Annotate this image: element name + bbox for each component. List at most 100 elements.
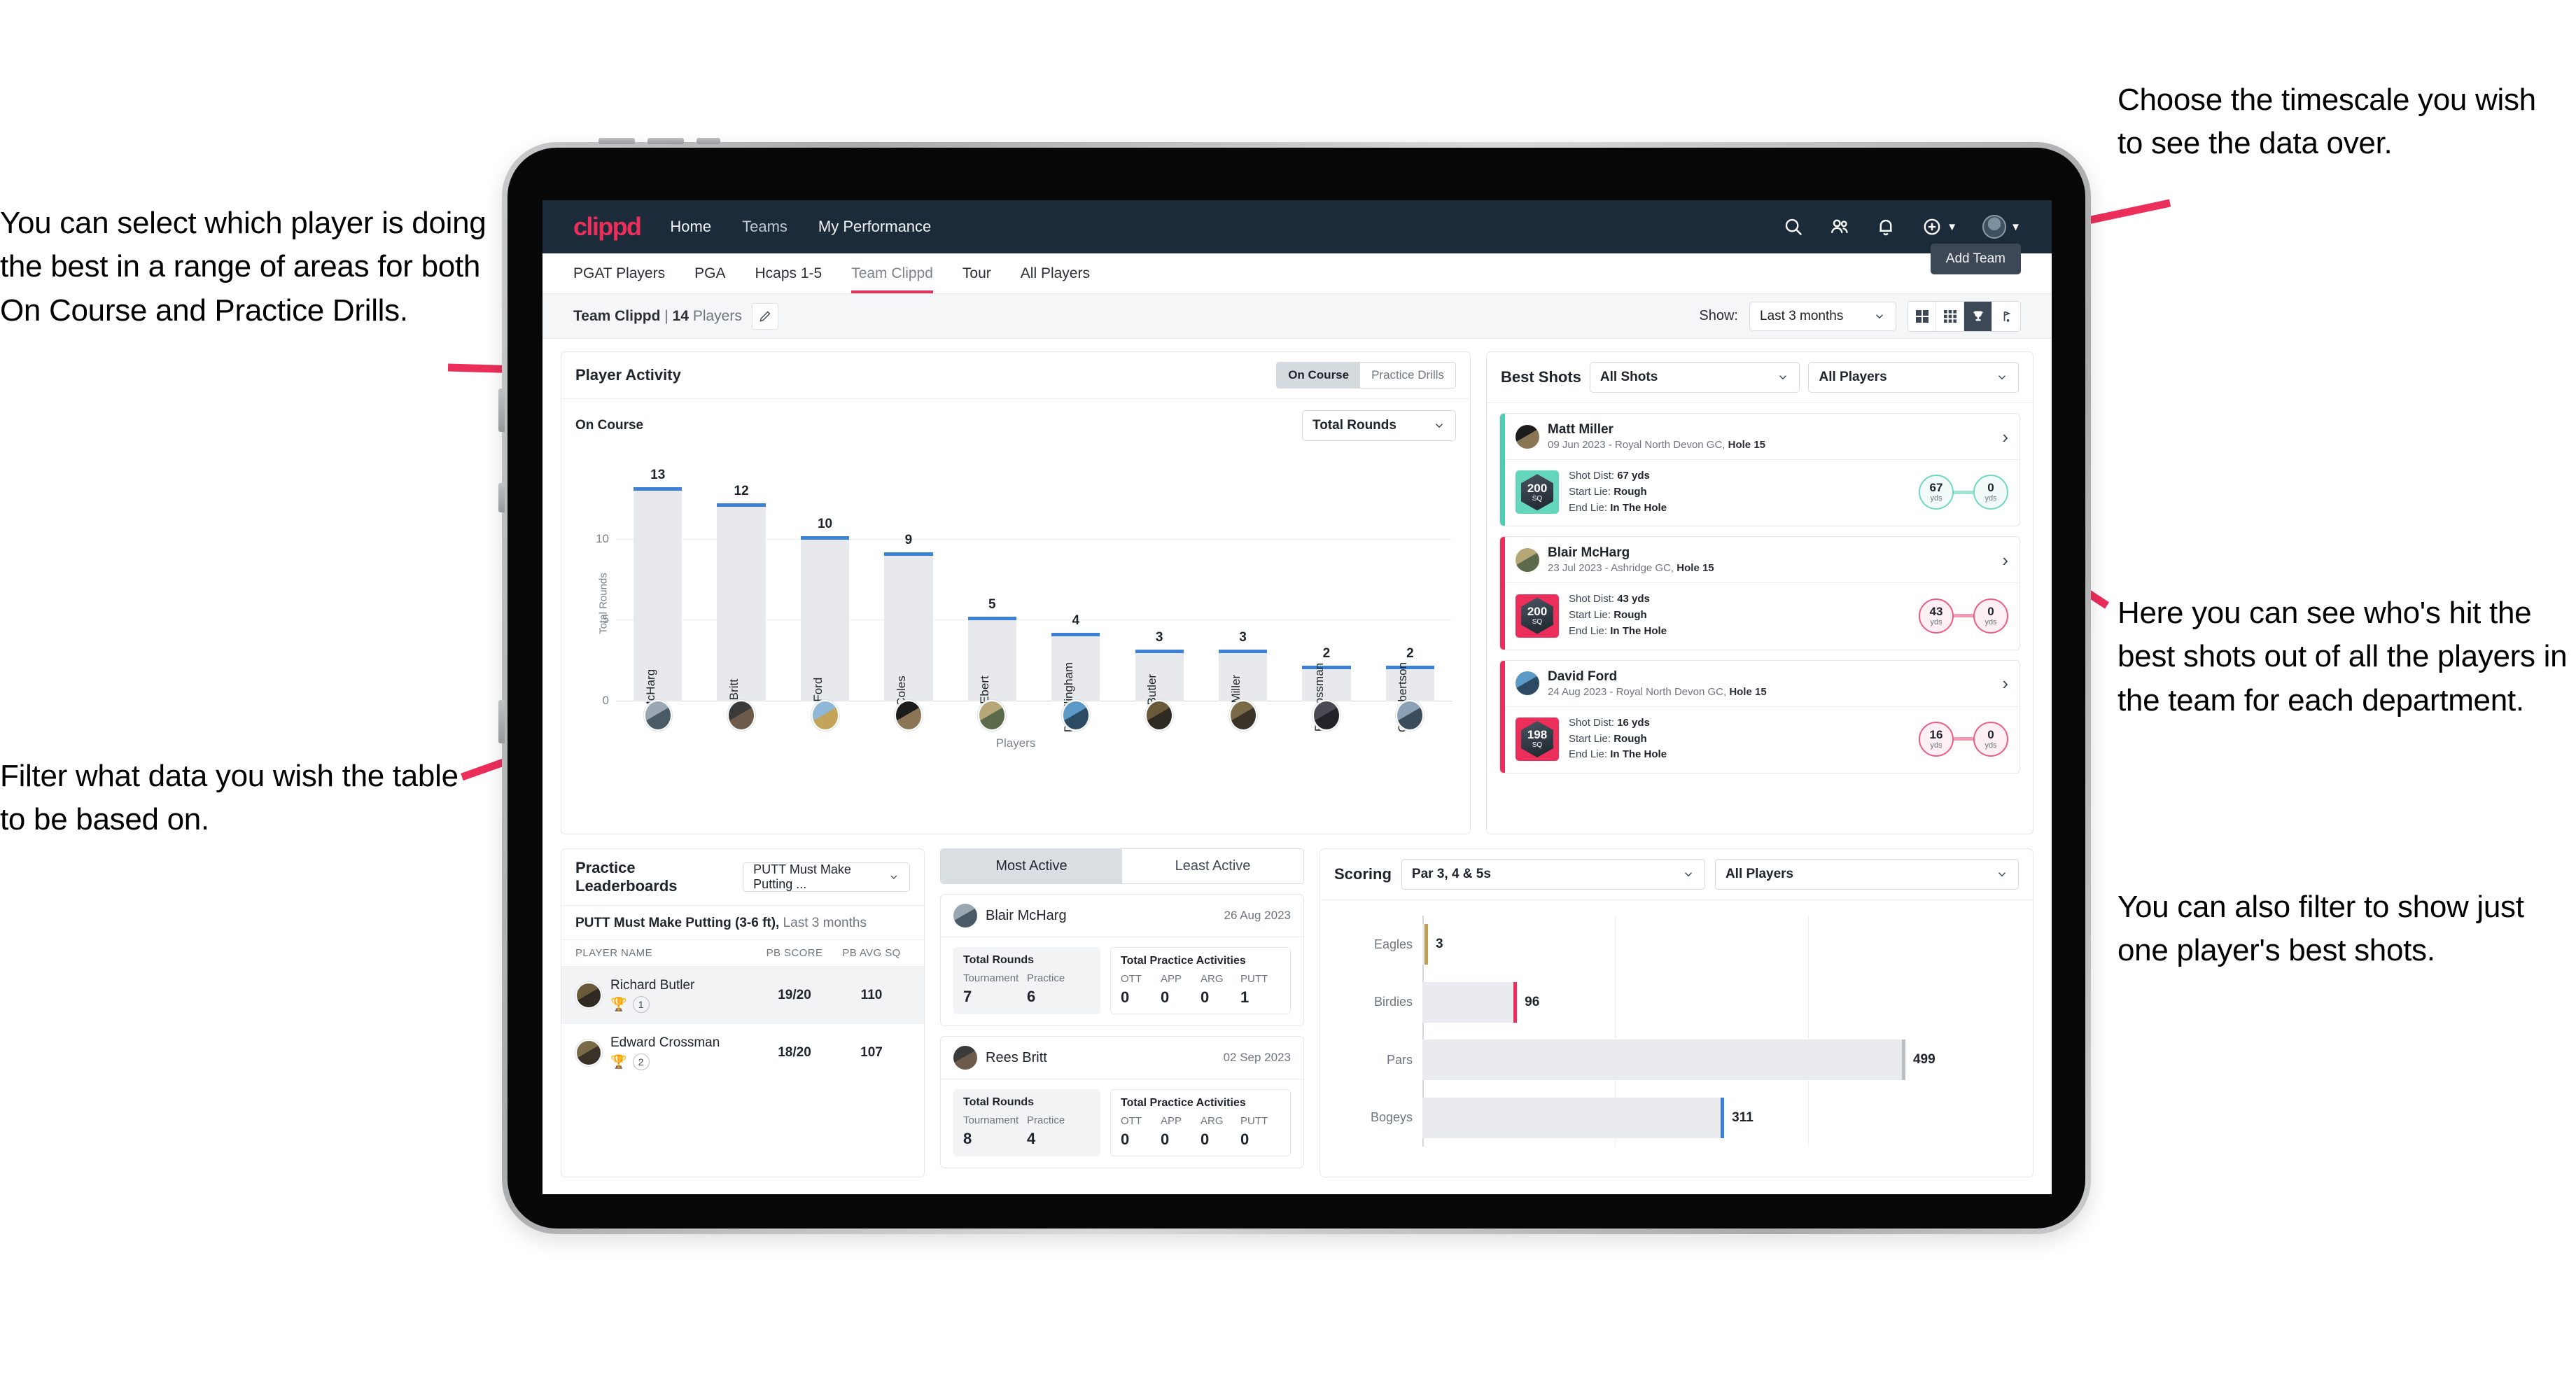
view-golf-flag-button[interactable] xyxy=(1992,301,2020,331)
avatar[interactable] xyxy=(1312,700,1340,731)
chart-bar-column[interactable]: 4 D. Billingham xyxy=(1034,475,1117,732)
chart-bar-column[interactable]: 9 J. Coles xyxy=(867,475,950,719)
chart-bar[interactable]: 10 D. Ford xyxy=(800,517,850,717)
add-team-button[interactable]: Add Team xyxy=(1930,244,2021,274)
activity-card[interactable]: Blair McHarg 26 Aug 2023 Total Rounds To… xyxy=(940,894,1304,1026)
nav-link-teams[interactable]: Teams xyxy=(742,218,788,236)
nav-link-home[interactable]: Home xyxy=(670,218,711,236)
table-row[interactable]: Edward Crossman 🏆 2 18/20 107 xyxy=(561,1024,924,1082)
people-icon[interactable] xyxy=(1829,216,1850,237)
best-shot-card[interactable]: Blair McHarg 23 Jul 2023 - Ashridge GC, … xyxy=(1499,536,2020,650)
chevron-right-icon[interactable]: › xyxy=(2002,551,2008,569)
avatar[interactable] xyxy=(1061,700,1090,731)
avatar[interactable] xyxy=(1228,700,1257,731)
tab-all-players[interactable]: All Players xyxy=(1021,253,1090,293)
view-grid-2x2-button[interactable] xyxy=(1908,301,1936,331)
avatar[interactable] xyxy=(811,700,839,731)
scoring-row[interactable]: Birdies 96 xyxy=(1374,981,2001,1023)
scoring-chart: Eagles 3 Birdies 96 Pars 499 Bogeys 311 xyxy=(1338,916,2015,1147)
nav-link-my-performance[interactable]: My Performance xyxy=(818,218,931,236)
clippd-logo[interactable]: clippd xyxy=(573,212,642,241)
scoring-rows: Eagles 3 Birdies 96 Pars 499 Bogeys 311 xyxy=(1371,916,2001,1147)
avatar[interactable] xyxy=(978,700,1007,731)
avatar[interactable] xyxy=(643,700,672,731)
tab-most-active[interactable]: Most Active xyxy=(941,849,1122,883)
avatar[interactable] xyxy=(1145,700,1174,731)
scoring-row[interactable]: Pars 499 xyxy=(1387,1040,2001,1081)
chart-bar-cap xyxy=(884,552,933,556)
shot-start-node: 67 yds xyxy=(1919,475,1954,510)
practice-stat-key: PUTT xyxy=(1240,973,1268,985)
plus-circle-menu[interactable]: ▼ xyxy=(1921,216,1957,237)
shot-quality-value: 200 xyxy=(1527,605,1548,619)
shot-start-value: 43 xyxy=(1929,604,1943,618)
chart-bar[interactable]: 3 M. Miller xyxy=(1218,630,1268,720)
timescale-select[interactable]: Last 3 months xyxy=(1749,301,1896,331)
chevron-down-icon[interactable]: ▼ xyxy=(1947,221,1957,233)
shot-quality-value: 200 xyxy=(1527,481,1548,495)
chart-bar-column[interactable]: 2 C. Robertson xyxy=(1368,475,1452,732)
chart-bar[interactable]: 9 J. Coles xyxy=(884,533,933,719)
top-navigation-bar: clippd Home Teams My Performance ▼ ▼ xyxy=(542,200,2052,253)
chart-bar-column[interactable]: 10 D. Ford xyxy=(783,475,867,717)
bell-icon[interactable] xyxy=(1875,216,1896,237)
chart-bar[interactable]: 5 E. Ebert xyxy=(967,597,1016,719)
chart-bar[interactable]: 13 B. McHarg xyxy=(634,468,682,725)
segment-on-course[interactable]: On Course xyxy=(1277,363,1361,388)
edit-team-button[interactable] xyxy=(751,302,778,330)
chevron-right-icon[interactable]: › xyxy=(2002,674,2008,692)
avatar[interactable] xyxy=(1982,215,2007,239)
chart-bar[interactable]: 4 D. Billingham xyxy=(1051,613,1100,732)
metric-select[interactable]: Total Rounds xyxy=(1302,410,1456,441)
tab-hcaps-1-5[interactable]: Hcaps 1-5 xyxy=(755,253,822,293)
drill-select[interactable]: PUTT Must Make Putting ... xyxy=(743,862,910,892)
user-menu[interactable]: ▼ xyxy=(1982,215,2021,239)
best-shot-stats: Shot Dist: 67 yds Start Lie: Rough End L… xyxy=(1569,468,1667,516)
chart-bar-column[interactable]: 3 R. Butler xyxy=(1117,475,1200,720)
chart-bar-column[interactable]: 13 B. McHarg xyxy=(616,468,699,725)
plus-circle-icon[interactable] xyxy=(1921,216,1942,237)
chart-bar-column[interactable]: 3 M. Miller xyxy=(1201,475,1284,720)
scoring-row[interactable]: Bogeys 311 xyxy=(1371,1097,2001,1138)
practice-stat: APP 0 xyxy=(1161,1115,1200,1149)
table-row[interactable]: Richard Butler 🏆 1 19/20 110 xyxy=(561,967,924,1024)
tab-pga[interactable]: PGA xyxy=(694,253,725,293)
tab-pgat-players[interactable]: PGAT Players xyxy=(573,253,665,293)
tab-team-clippd[interactable]: Team Clippd xyxy=(851,253,933,293)
best-shot-card[interactable]: David Ford 24 Aug 2023 - Royal North Dev… xyxy=(1499,659,2020,774)
trophy-icon xyxy=(1973,311,1983,321)
chevron-right-icon[interactable]: › xyxy=(2002,428,2008,446)
view-trophy-button[interactable] xyxy=(1964,301,1992,331)
chart-bar-column[interactable]: 12 R. Britt xyxy=(699,475,783,715)
view-grid-3x3-button[interactable] xyxy=(1936,301,1964,331)
chart-bar[interactable]: 12 R. Britt xyxy=(717,484,766,715)
segment-practice-drills[interactable]: Practice Drills xyxy=(1360,363,1455,388)
chart-bar-cap xyxy=(717,503,766,507)
total-practice-box: Total Practice Activities OTT 0 APP 0 AR… xyxy=(1110,947,1291,1014)
scoring-category-label: Birdies xyxy=(1373,995,1413,1009)
show-label: Show: xyxy=(1699,308,1738,323)
shot-filter-select[interactable]: All Shots xyxy=(1589,362,1800,393)
practice-stat-value: 0 xyxy=(1200,988,1210,1006)
chart-bar[interactable]: 2 C. Robertson xyxy=(1385,646,1434,732)
chevron-down-icon[interactable]: ▼ xyxy=(2010,221,2021,233)
best-shot-card[interactable]: Matt Miller 09 Jun 2023 - Royal North De… xyxy=(1499,413,2020,527)
avatar[interactable] xyxy=(727,700,756,731)
activity-card[interactable]: Rees Britt 02 Sep 2023 Total Rounds Tour… xyxy=(940,1036,1304,1168)
par-filter-select[interactable]: Par 3, 4 & 5s xyxy=(1401,859,1705,890)
chart-bar[interactable]: 3 R. Butler xyxy=(1135,630,1184,720)
activity-card-body: Total Rounds Tournament 8 Practice 4 Tot… xyxy=(941,1079,1303,1168)
rank-badge: 1 xyxy=(632,996,650,1013)
chart-bar-column[interactable]: 5 E. Ebert xyxy=(951,475,1034,719)
best-shot-stats: Shot Dist: 16 yds Start Lie: Rough End L… xyxy=(1569,715,1667,763)
scoring-row[interactable]: Eagles 3 xyxy=(1374,924,2001,965)
chart-bar[interactable]: 2 E. Crossman xyxy=(1302,646,1351,732)
chart-bar-column[interactable]: 2 E. Crossman xyxy=(1284,475,1368,732)
avatar[interactable] xyxy=(1396,700,1424,731)
avatar[interactable] xyxy=(894,700,923,731)
best-shots-player-filter-select[interactable]: All Players xyxy=(1808,362,2019,393)
tab-tour[interactable]: Tour xyxy=(962,253,991,293)
scoring-player-filter-select[interactable]: All Players xyxy=(1714,859,2019,890)
tab-least-active[interactable]: Least Active xyxy=(1122,849,1303,883)
search-icon[interactable] xyxy=(1783,216,1804,237)
